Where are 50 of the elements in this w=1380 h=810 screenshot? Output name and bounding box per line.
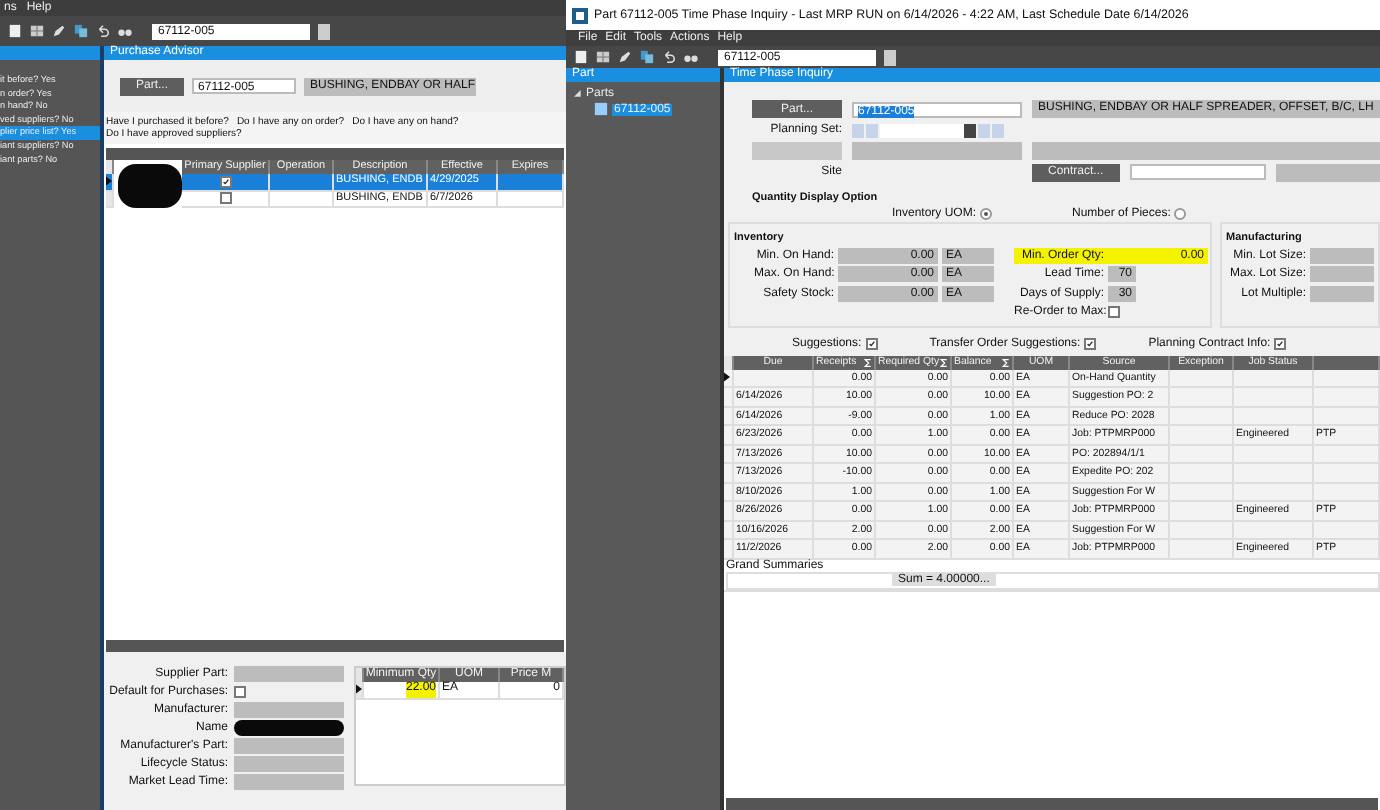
- checkbox[interactable]: [1108, 306, 1120, 318]
- copy-icon[interactable]: [640, 50, 654, 64]
- binoculars-icon[interactable]: [118, 24, 132, 38]
- part-icon: [594, 102, 608, 116]
- checkbox[interactable]: [865, 337, 878, 349]
- redaction-mark: [234, 720, 344, 736]
- row-pointer-icon: [724, 372, 730, 383]
- dropdown-button[interactable]: [318, 23, 330, 39]
- copy-icon[interactable]: [74, 24, 88, 38]
- expand-arrow-icon[interactable]: [574, 90, 582, 98]
- checkbox[interactable]: [1084, 337, 1097, 349]
- grid-icon[interactable]: [596, 50, 610, 64]
- planning-set-dropdown[interactable]: [880, 123, 976, 137]
- binoculars-icon[interactable]: [684, 50, 698, 64]
- sigma-icon[interactable]: [940, 357, 948, 367]
- row-selector[interactable]: [106, 174, 114, 191]
- sigma-icon[interactable]: [1002, 357, 1010, 367]
- checkbox[interactable]: [219, 175, 231, 188]
- contract-description-field: [1275, 163, 1380, 181]
- detail-field: [234, 702, 344, 718]
- scrollbar[interactable]: [106, 640, 564, 652]
- corner-cell: [106, 160, 114, 174]
- radio-button[interactable]: [1174, 207, 1187, 219]
- undo-icon[interactable]: [96, 24, 110, 38]
- sigma-icon[interactable]: [864, 357, 872, 367]
- scrollbar[interactable]: [726, 798, 1378, 810]
- contract-field[interactable]: [1129, 164, 1266, 180]
- panel-header: [0, 46, 100, 60]
- table-cell: [1170, 540, 1234, 559]
- page-icon[interactable]: [8, 24, 22, 38]
- radio-button[interactable]: [980, 207, 993, 219]
- pencil-icon[interactable]: [618, 50, 632, 64]
- row-pointer-icon: [106, 176, 112, 187]
- checkbox[interactable]: [219, 192, 231, 205]
- checkbox[interactable]: [1274, 337, 1287, 349]
- corner-cell: [356, 668, 364, 682]
- lot-field: [1310, 285, 1374, 301]
- redaction-mark: [118, 164, 182, 208]
- lot-field: [1310, 247, 1374, 263]
- pencil-icon[interactable]: [52, 24, 66, 38]
- supplier-part-field: [234, 666, 344, 682]
- lot-field: [1310, 266, 1374, 282]
- dropdown-button[interactable]: [884, 49, 896, 65]
- table-cell: [498, 174, 564, 191]
- row-pointer-icon: [356, 684, 362, 695]
- grid-icon[interactable]: [30, 24, 44, 38]
- undo-icon[interactable]: [662, 50, 676, 64]
- page-icon[interactable]: [574, 50, 588, 64]
- app-icon: [572, 7, 588, 23]
- checkbox[interactable]: [234, 686, 246, 698]
